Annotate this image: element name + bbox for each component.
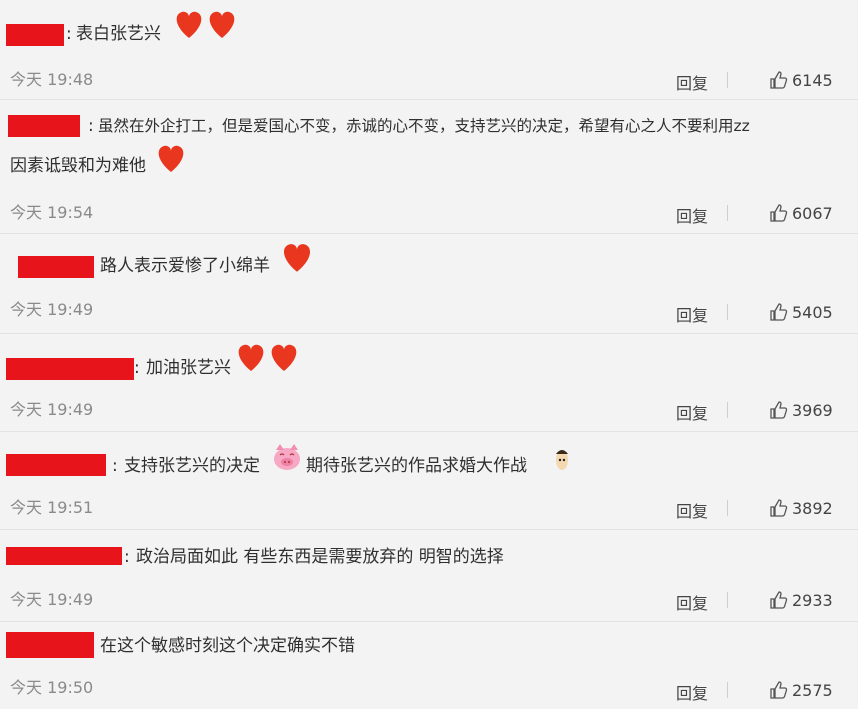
comment-text: 虽然在外企打工，但是爱国心不变，赤诚的心不变，支持艺兴的决定，希望有心之人不要利… — [98, 117, 750, 135]
comment-time: 今天 19:49 — [10, 300, 94, 319]
comment-item: 路人表示爱惨了小绵羊 今天 19:49 回复 5405 — [0, 234, 858, 334]
pig-face-icon — [270, 440, 304, 478]
like-count: 3969 — [792, 400, 833, 420]
thumbs-up-icon — [770, 303, 788, 321]
divider — [727, 402, 728, 418]
comment-time: 今天 19:51 — [10, 498, 94, 517]
thumbs-up-icon — [770, 401, 788, 419]
redacted-username — [6, 547, 122, 565]
divider — [727, 72, 728, 88]
heart-icon — [172, 6, 242, 46]
like-button[interactable]: 6145 — [768, 70, 833, 90]
like-button[interactable]: 2933 — [768, 590, 833, 610]
comment-text-continued: 期待张艺兴的作品求婚大作战 — [306, 456, 527, 476]
comment-time: 今天 19:48 — [10, 70, 94, 89]
comment-prefix: : — [66, 24, 72, 44]
reply-button[interactable]: 回复 — [676, 680, 708, 704]
comment-item: : 表白张艺兴 今天 19:48 回复 6145 — [0, 0, 858, 100]
comment-prefix: : — [112, 456, 118, 476]
like-count: 3892 — [792, 498, 833, 518]
comment-item: 在这个敏感时刻这个决定确实不错 今天 19:50 回复 2575 — [0, 622, 858, 709]
comment-item: : 支持张艺兴的决定 期待张艺兴的作品求婚大作战 今天 19:51 回复 389… — [0, 432, 858, 530]
reply-button[interactable]: 回复 — [676, 590, 708, 614]
comment-item: : 加油张艺兴 今天 19:49 回复 3969 — [0, 334, 858, 432]
divider — [727, 682, 728, 698]
like-count: 2933 — [792, 590, 833, 610]
redacted-username — [8, 115, 80, 137]
cartoon-face-icon — [554, 446, 570, 478]
thumbs-up-icon — [770, 591, 788, 609]
divider — [727, 304, 728, 320]
comment-time: 今天 19:49 — [10, 400, 94, 419]
reply-button[interactable]: 回复 — [676, 203, 708, 227]
comment-prefix: : — [88, 116, 94, 136]
comment-time: 今天 19:50 — [10, 678, 94, 697]
heart-icon — [234, 338, 304, 380]
like-count: 2575 — [792, 680, 833, 700]
heart-icon — [278, 238, 316, 280]
comment-time: 今天 19:49 — [10, 590, 94, 609]
comment-prefix: : — [124, 547, 130, 567]
comment-text-continued: 因素诋毁和为难他 — [10, 156, 146, 176]
like-count: 6145 — [792, 70, 833, 90]
comment-text: 表白张艺兴 — [76, 24, 161, 44]
comment-text: 政治局面如此 有些东西是需要放弃的 明智的选择 — [136, 547, 504, 567]
thumbs-up-icon — [770, 204, 788, 222]
comment-prefix: : — [134, 358, 140, 378]
divider — [727, 205, 728, 221]
comment-text: 加油张艺兴 — [146, 358, 231, 378]
like-button[interactable]: 3969 — [768, 400, 833, 420]
comment-text: 在这个敏感时刻这个决定确实不错 — [100, 636, 355, 656]
thumbs-up-icon — [770, 71, 788, 89]
comment-time: 今天 19:54 — [10, 203, 94, 222]
divider — [727, 500, 728, 516]
comment-text: 路人表示爱惨了小绵羊 — [100, 256, 270, 276]
heart-icon — [153, 140, 189, 180]
redacted-username — [18, 256, 94, 278]
like-count: 5405 — [792, 302, 833, 322]
redacted-username — [6, 358, 134, 380]
redacted-username — [6, 632, 94, 658]
like-count: 6067 — [792, 203, 833, 223]
like-button[interactable]: 6067 — [768, 203, 833, 223]
like-button[interactable]: 2575 — [768, 680, 833, 700]
comment-item: : 虽然在外企打工，但是爱国心不变，赤诚的心不变，支持艺兴的决定，希望有心之人不… — [0, 100, 858, 234]
reply-button[interactable]: 回复 — [676, 400, 708, 424]
thumbs-up-icon — [770, 681, 788, 699]
comment-item: : 政治局面如此 有些东西是需要放弃的 明智的选择 今天 19:49 回复 29… — [0, 530, 858, 622]
redacted-username — [6, 454, 106, 476]
reply-button[interactable]: 回复 — [676, 498, 708, 522]
reply-button[interactable]: 回复 — [676, 70, 708, 94]
comment-text: 支持张艺兴的决定 — [124, 456, 260, 476]
reply-button[interactable]: 回复 — [676, 302, 708, 326]
like-button[interactable]: 3892 — [768, 498, 833, 518]
like-button[interactable]: 5405 — [768, 302, 833, 322]
redacted-username — [6, 24, 64, 46]
divider — [727, 592, 728, 608]
thumbs-up-icon — [770, 499, 788, 517]
